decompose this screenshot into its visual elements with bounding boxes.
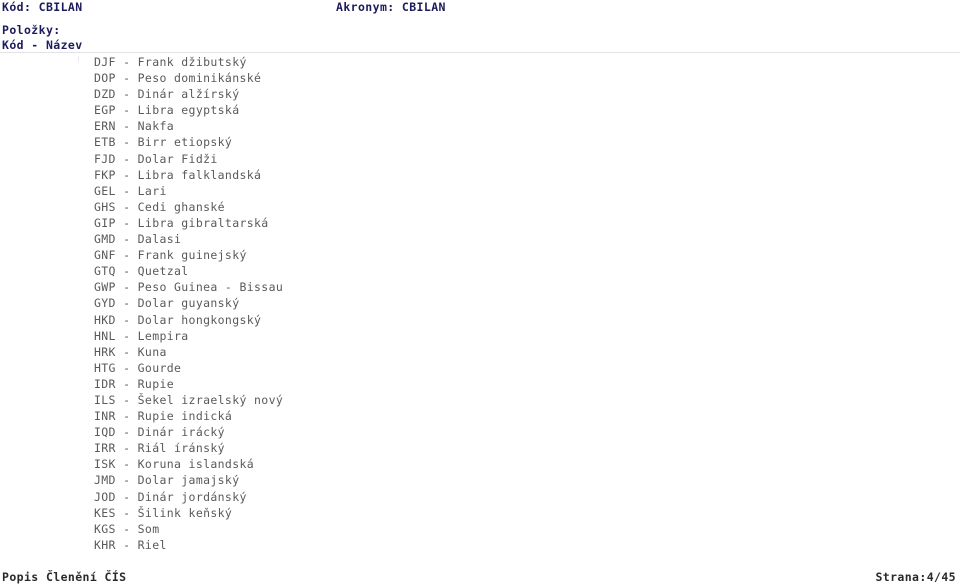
- list-item: GHS - Cedi ghanské: [94, 199, 225, 214]
- items-list: DJF - Frank džibutský DOP - Peso dominiká…: [0, 54, 283, 553]
- record-code: Kód: CBILAN: [2, 0, 83, 14]
- list-item: HRK - Kuna: [94, 344, 167, 359]
- list-item: DZD - Dinár alžírský: [94, 87, 240, 102]
- column-headers: Kód - Název: [2, 38, 83, 52]
- list-item: GYD - Dolar guyanský: [94, 296, 240, 311]
- list-item: GEL - Lari: [94, 183, 167, 198]
- header-identity-row: Kód: CBILAN Akronym: CBILAN: [0, 0, 960, 15]
- list-item: EGP - Libra egyptská: [94, 103, 240, 118]
- list-item: ILS - Šekel izraelský nový: [94, 392, 284, 407]
- list-item: ISK - Koruna islandská: [94, 457, 255, 472]
- footer-page-indicator: Strana:4/45: [875, 570, 956, 584]
- list-item: IRR - Riál íránský: [94, 441, 225, 456]
- header-divider: [0, 52, 960, 53]
- items-list-region: DJF - Frank džibutský DOP - Peso dominiká…: [0, 54, 960, 564]
- document-page: Kód: CBILAN Akronym: CBILAN Položky: Kód…: [0, 0, 960, 588]
- list-item: DJF - Frank džibutský: [94, 55, 247, 69]
- items-section-label: Položky:: [2, 23, 61, 37]
- list-item: GTQ - Quetzal: [94, 264, 189, 279]
- list-item: GNF - Frank guinejský: [94, 248, 247, 263]
- record-acronym: Akronym: CBILAN: [336, 0, 446, 14]
- footer-document-title: Popis Členění ČÍS: [2, 570, 127, 584]
- list-item: HNL - Lempira: [94, 328, 189, 343]
- document-footer: Popis Členění ČÍS Strana:4/45: [0, 570, 960, 588]
- list-item: GWP - Peso Guinea - Bissau: [94, 280, 284, 295]
- list-item: GMD - Dalasi: [94, 232, 182, 247]
- list-item: KGS - Som: [94, 521, 160, 536]
- list-item: ETB - Birr etiopský: [94, 135, 233, 150]
- list-item: KHR - Riel: [94, 537, 167, 552]
- list-item: HTG - Gourde: [94, 360, 182, 375]
- list-item: KES - Šilink keňský: [94, 505, 233, 520]
- list-item: INR - Rupie indická: [94, 409, 233, 424]
- list-item: HKD - Dolar hongkongský: [94, 312, 262, 327]
- list-item: FJD - Dolar Fidži: [94, 151, 218, 166]
- list-item: ERN - Nakfa: [94, 119, 175, 134]
- list-item: IDR - Rupie: [94, 376, 175, 391]
- list-item: JMD - Dolar jamajský: [94, 473, 240, 488]
- document-header: Kód: CBILAN Akronym: CBILAN Položky: Kód…: [0, 0, 960, 52]
- list-item: FKP - Libra falklandská: [94, 167, 262, 182]
- list-item: JOD - Dinár jordánský: [94, 489, 247, 504]
- list-item: DOP - Peso dominikánské: [94, 71, 262, 86]
- list-item: IQD - Dinár irácký: [94, 425, 225, 440]
- list-item: GIP - Libra gibraltarská: [94, 215, 269, 230]
